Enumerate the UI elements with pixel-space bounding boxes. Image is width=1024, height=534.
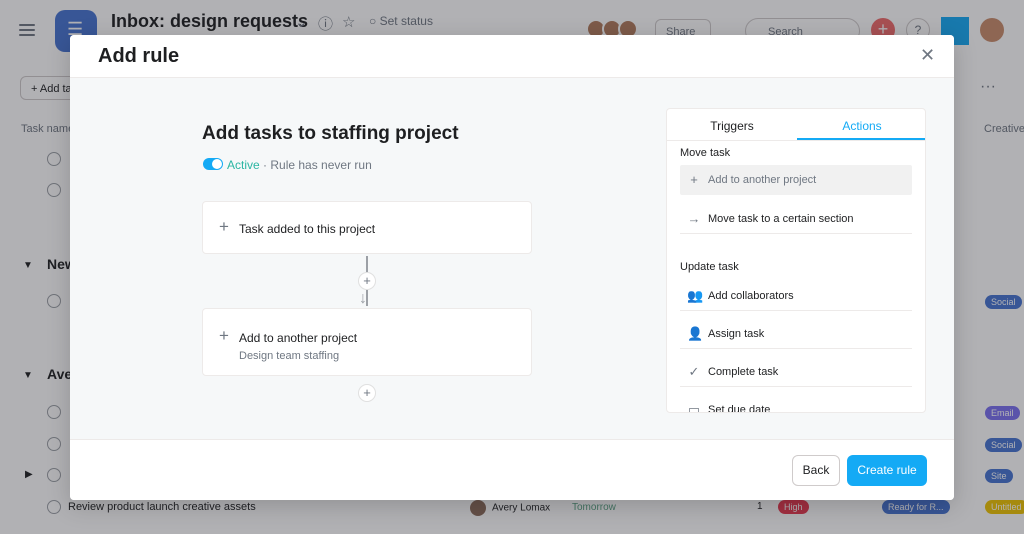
arrow-right-icon: → [687, 211, 701, 226]
action-label: Add to another project [708, 174, 817, 186]
check-circle-icon: ✓ [688, 364, 700, 379]
action-label: Add collaborators [708, 290, 794, 302]
action-label: Move task to a certain section [708, 213, 854, 225]
action-complete-task[interactable]: ✓ Complete task [680, 357, 912, 387]
action-sublabel: Design team staffing [239, 350, 340, 362]
plus-icon: + [219, 217, 229, 236]
add-step-button[interactable]: + [358, 272, 376, 290]
action-add-to-another-project[interactable]: + Add to another project [680, 165, 912, 195]
calendar-icon: ▭ [687, 402, 701, 413]
add-step-button[interactable]: + [358, 384, 376, 402]
add-rule-dialog: Add rule ✕ Add tasks to staffing project… [70, 35, 954, 500]
back-button[interactable]: Back [792, 455, 840, 486]
action-label: Assign task [708, 328, 765, 340]
trigger-label: Task added to this project [239, 222, 376, 236]
plus-icon: + [690, 172, 698, 187]
tab-actions[interactable]: Actions [797, 109, 925, 140]
assign-icon: 👤 [687, 326, 704, 341]
dialog-header: Add rule ✕ [70, 35, 954, 77]
status-active-label: Active [227, 158, 260, 172]
action-add-collaborators[interactable]: 👥 Add collaborators [680, 281, 912, 311]
dialog-title: Add rule [98, 45, 180, 67]
action-assign-task[interactable]: 👤 Assign task [680, 319, 912, 349]
action-set-due-date[interactable]: ▭ Set due date [680, 395, 912, 413]
plus-icon: + [219, 326, 229, 345]
tabs-divider [667, 140, 925, 141]
action-label: Set due date [708, 404, 771, 413]
rule-title[interactable]: Add tasks to staffing project [202, 123, 459, 145]
action-card[interactable]: + Add to another project Design team sta… [202, 308, 532, 376]
arrow-down-icon: ↓ [359, 290, 367, 307]
close-icon[interactable]: ✕ [920, 45, 935, 66]
action-label: Add to another project [239, 331, 358, 345]
status-detail: · Rule has never run [259, 158, 372, 172]
section-update-task: Update task [680, 261, 739, 273]
section-move-task: Move task [680, 147, 731, 159]
dialog-body: Add tasks to staffing project Active · R… [70, 77, 954, 440]
connector-line [366, 256, 368, 272]
action-label: Complete task [708, 366, 779, 378]
rule-builder-panel: Triggers Actions Move task + Add to anot… [666, 108, 926, 413]
action-move-to-section[interactable]: → Move task to a certain section [680, 204, 912, 234]
rule-active-toggle[interactable] [203, 158, 223, 170]
rule-status: Active · Rule has never run [227, 158, 372, 172]
create-rule-button[interactable]: Create rule [847, 455, 927, 486]
collaborators-icon: 👥 [687, 288, 704, 303]
tab-triggers[interactable]: Triggers [667, 109, 797, 140]
trigger-card[interactable]: + Task added to this project [202, 201, 532, 254]
